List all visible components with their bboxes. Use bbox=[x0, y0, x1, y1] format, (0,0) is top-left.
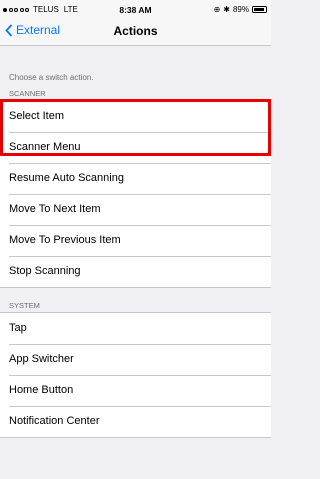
section-header-scanner: SCANNER bbox=[9, 89, 46, 98]
scanner-actions-list: Select Item Scanner Menu Resume Auto Sca… bbox=[0, 99, 271, 288]
section-header-system: SYSTEM bbox=[9, 301, 40, 310]
action-tap[interactable]: Tap bbox=[0, 313, 271, 344]
status-bar: TELUS LTE 8:38 AM ⊕ ✱ 89% bbox=[0, 0, 271, 19]
action-home-button[interactable]: Home Button bbox=[0, 375, 271, 406]
action-move-to-next-item[interactable]: Move To Next Item bbox=[0, 194, 271, 225]
battery-icon bbox=[252, 6, 267, 13]
status-right-cluster: ⊕ ✱ 89% bbox=[214, 5, 267, 14]
list-description: Choose a switch action. bbox=[9, 73, 94, 82]
action-app-switcher[interactable]: App Switcher bbox=[0, 344, 271, 375]
page-title: Actions bbox=[113, 24, 158, 38]
action-scanner-menu[interactable]: Scanner Menu bbox=[0, 132, 271, 163]
action-stop-scanning[interactable]: Stop Scanning bbox=[0, 256, 271, 287]
action-move-to-previous-item[interactable]: Move To Previous Item bbox=[0, 225, 271, 256]
lock-rotation-icon: ⊕ bbox=[213, 5, 221, 14]
system-actions-list: Tap App Switcher Home Button Notificatio… bbox=[0, 312, 271, 438]
action-select-item[interactable]: Select Item bbox=[0, 100, 271, 132]
action-notification-center[interactable]: Notification Center bbox=[0, 406, 271, 437]
bluetooth-icon: ✱ bbox=[223, 5, 230, 14]
battery-percent: 89% bbox=[232, 5, 249, 14]
action-resume-auto-scanning[interactable]: Resume Auto Scanning bbox=[0, 163, 271, 194]
navigation-bar: External Actions bbox=[0, 19, 271, 46]
